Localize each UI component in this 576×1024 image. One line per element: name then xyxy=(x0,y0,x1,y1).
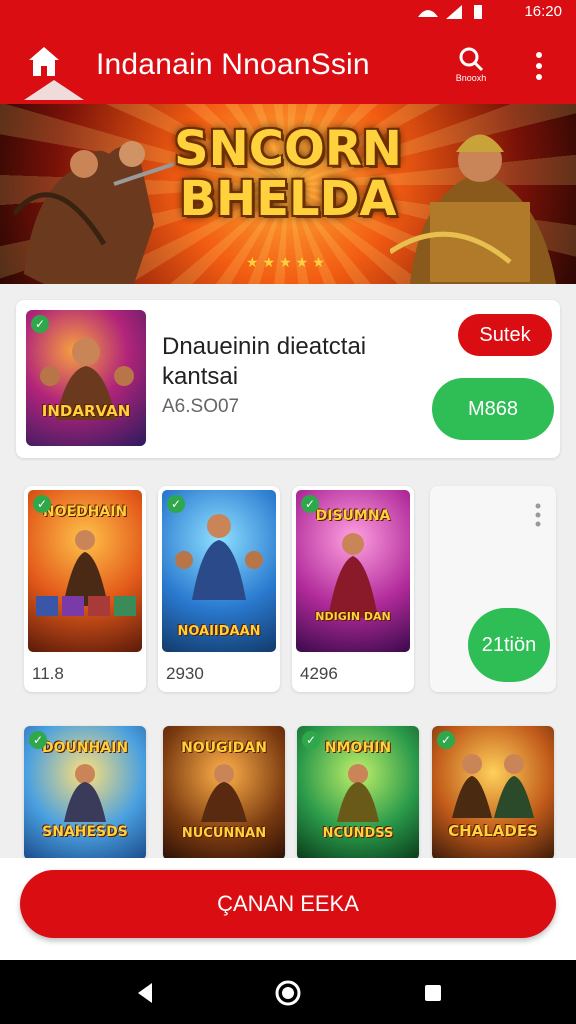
game-card-art-title: NOUGIDAN xyxy=(181,740,267,756)
game-card-figures xyxy=(175,514,263,600)
game-card-figures xyxy=(328,533,378,618)
status-icons xyxy=(418,5,482,19)
featured-thumb-title: INDARVAN xyxy=(41,402,131,420)
game-card[interactable]: CHALADES ✓ xyxy=(432,726,554,860)
more-card[interactable]: 21tiön xyxy=(430,486,556,692)
verified-check-icon: ✓ xyxy=(302,731,320,749)
app-title: Indanain NnoanSsin xyxy=(96,48,370,81)
game-card-value: 2930 xyxy=(166,664,204,683)
game-card[interactable]: NOEDHAIN ✓ 11.8 xyxy=(24,486,146,692)
search-button[interactable]: Bnooxh xyxy=(452,46,490,92)
back-icon[interactable] xyxy=(130,978,160,1008)
home-icon[interactable] xyxy=(26,44,62,80)
app-bar: Indanain NnoanSsin Bnooxh xyxy=(0,24,576,104)
active-tab-indicator xyxy=(24,80,84,100)
signal-icon xyxy=(446,5,462,19)
game-card-value: 11.8 xyxy=(32,664,64,683)
verified-check-icon: ✓ xyxy=(33,495,51,513)
verified-check-icon: ✓ xyxy=(29,731,47,749)
primary-cta-button[interactable]: ÇANAN EEKA xyxy=(20,870,556,938)
banner-title-line1: SNCORN xyxy=(174,121,402,177)
recents-icon[interactable] xyxy=(418,978,448,1008)
game-card-art-bottom: NUCUNNAN xyxy=(181,826,267,841)
game-card-art-bottom: NCUNDSS xyxy=(322,826,394,841)
more-card-button[interactable]: 21tiön xyxy=(468,608,550,682)
status-bar: 16:20 xyxy=(0,0,576,24)
banner-heroes-left xyxy=(14,141,174,284)
more-vert-icon[interactable] xyxy=(532,502,544,528)
battery-icon xyxy=(474,5,482,19)
verified-check-icon: ✓ xyxy=(301,495,319,513)
game-card-art: NOEDHAIN ✓ xyxy=(28,490,142,652)
game-card-art-bottom: CHALADES xyxy=(448,822,538,840)
game-card-art-bottom: SNAHESDS xyxy=(42,824,128,840)
more-vert-icon[interactable] xyxy=(530,50,548,82)
bottom-cta-bar: ÇANAN EEKA xyxy=(0,858,576,960)
game-card[interactable]: DOUNHAIN SNAHESDS ✓ xyxy=(24,726,146,860)
verified-check-icon: ✓ xyxy=(167,495,185,513)
game-card[interactable]: NOAIIDAAN ✓ 2930 xyxy=(158,486,280,692)
game-card-figures xyxy=(452,754,534,818)
banner-title-line2: BHELDA xyxy=(179,171,397,227)
game-card[interactable]: NMOHIN NCUNDSS ✓ xyxy=(297,726,419,860)
verified-check-icon: ✓ xyxy=(437,731,455,749)
game-card[interactable]: NOUGIDAN NUCUNNAN xyxy=(163,726,285,860)
featured-thumbnail[interactable]: INDARVAN ✓ xyxy=(26,310,146,446)
game-card-art-title: NOAIIDAAN xyxy=(177,624,261,639)
banner-stars: ★★★★★ xyxy=(246,254,329,270)
system-nav-bar xyxy=(0,960,576,1024)
game-card[interactable]: DISUMNA NDIGIN DAN ✓ 4296 xyxy=(292,486,414,692)
search-icon xyxy=(459,47,484,72)
featured-badge-button[interactable]: Sutek xyxy=(458,314,552,356)
verified-check-icon: ✓ xyxy=(31,315,49,333)
wifi-icon xyxy=(418,10,438,17)
featured-title: Dnaueinin dieatctai kantsai xyxy=(162,333,367,390)
game-card-value: 4296 xyxy=(300,664,338,683)
featured-subtitle: A6.SO07 xyxy=(162,396,240,417)
game-card-art-subtitle: NDIGIN DAN xyxy=(315,610,391,623)
banner-hero-right xyxy=(390,134,556,284)
game-card-art: NOAIIDAAN ✓ xyxy=(162,490,276,652)
game-card-figures xyxy=(201,764,247,822)
featured-action-button[interactable]: M868 xyxy=(432,378,554,440)
featured-app-card[interactable]: INDARVAN ✓ Dnaueinin dieatctai kantsai A… xyxy=(16,300,560,458)
banner-title: SNCORN BHELDA xyxy=(168,124,408,224)
hero-banner[interactable]: SNCORN BHELDA ★★★★★ xyxy=(0,104,576,284)
game-card-figures xyxy=(337,764,379,822)
game-card-art: DISUMNA NDIGIN DAN ✓ xyxy=(296,490,410,652)
game-card-figures xyxy=(64,764,106,822)
search-label: Bnooxh xyxy=(455,73,487,83)
game-card-figures xyxy=(36,530,136,616)
status-time: 16:20 xyxy=(524,3,562,20)
home-nav-icon[interactable] xyxy=(273,978,303,1008)
